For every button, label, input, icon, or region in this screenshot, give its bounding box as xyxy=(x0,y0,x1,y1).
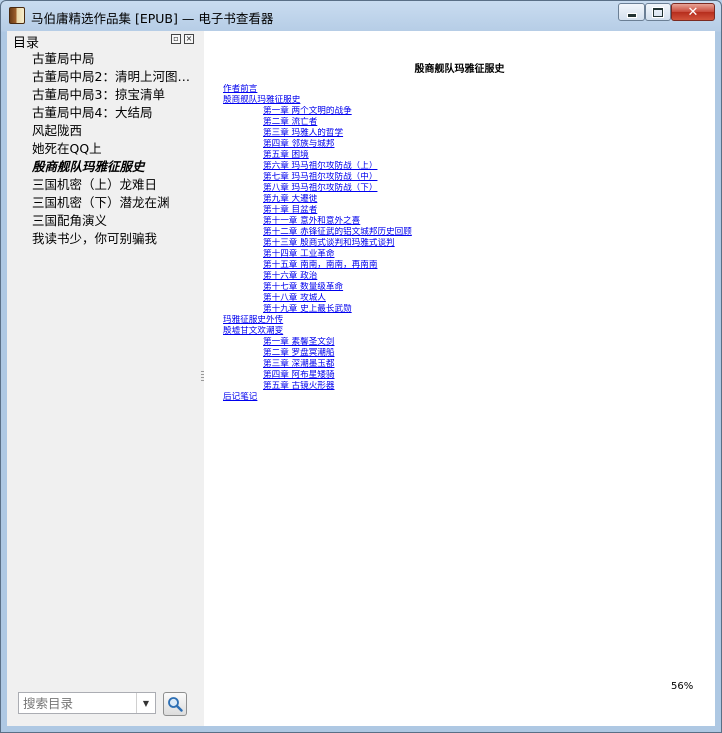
maximize-button[interactable] xyxy=(645,3,671,21)
toc-item[interactable]: 古董局中局3：掠宝清单 xyxy=(7,86,192,104)
chapter-link[interactable]: 后记笔记 xyxy=(223,392,703,403)
toc-item[interactable]: 三国机密（下）潜龙在渊 xyxy=(7,194,192,212)
book-app-icon xyxy=(9,7,25,24)
chapter-link[interactable]: 殷墟甘文欢潮变 xyxy=(223,326,703,337)
toc-item[interactable]: 殷商舰队玛雅征服史 xyxy=(7,158,192,176)
minimize-button[interactable] xyxy=(618,3,645,21)
minimize-icon xyxy=(626,12,637,18)
client-area: 目录 ▫ × 古董局中局 古董局中局2：清明上河图… 古董局中局3：掠宝清单 古董局中… xyxy=(7,31,715,726)
chapter-link[interactable]: 第九章 大遷徙 xyxy=(223,194,703,205)
chapter-link[interactable]: 第五章 困境 xyxy=(223,150,703,161)
book-title: 殷商舰队玛雅征服史 xyxy=(204,60,715,75)
chapter-link[interactable]: 第十章 目盆者 xyxy=(223,205,703,216)
content-toc-links: 作者前言 殷商舰队玛雅征服史 第一章 两个文明的战争 第二章 流亡者 第三章 玛雅人的哲… xyxy=(223,84,703,403)
chapter-link[interactable]: 第四章 阿布星矮骑 xyxy=(223,370,703,381)
toc-item[interactable]: 我读书少，你可别骗我 xyxy=(7,230,192,248)
search-button[interactable] xyxy=(163,692,187,716)
chapter-link[interactable]: 第二章 流亡者 xyxy=(223,117,703,128)
chapter-link[interactable]: 第一章 两个文明的战争 xyxy=(223,106,703,117)
toc-item[interactable]: 风起陇西 xyxy=(7,122,192,140)
chapter-link[interactable]: 第十九章 史上最长武勋 xyxy=(223,304,703,315)
chapter-link[interactable]: 玛雅征服史外传 xyxy=(223,315,703,326)
chapter-link[interactable]: 第一章 素馨圣文剑 xyxy=(223,337,703,348)
chapter-link[interactable]: 第七章 玛马祖尔攻防战（中） xyxy=(223,172,703,183)
close-button[interactable]: ✕ xyxy=(671,3,715,21)
book-title-text: 殷商舰队玛雅征服史 xyxy=(414,64,505,75)
close-panel-icon[interactable]: × xyxy=(184,34,194,44)
toc-list: 古董局中局 古董局中局2：清明上河图… 古董局中局3：掠宝清单 古董局中局4：大结局风… xyxy=(7,50,201,248)
toc-item[interactable]: 三国机密（上）龙难日 xyxy=(7,176,192,194)
chapter-link[interactable]: 第十七章 数量级革命 xyxy=(223,282,703,293)
chapter-link[interactable]: 第十三章 殷商式谈判和玛雅式谈判 xyxy=(223,238,703,249)
toc-item[interactable]: 古董局中局 xyxy=(7,50,192,68)
close-icon: ✕ xyxy=(687,4,699,20)
chapter-link[interactable]: 第十六章 政治 xyxy=(223,271,703,282)
maximize-icon xyxy=(652,6,664,18)
chapter-link[interactable]: 第二章 罗盘冥潮船 xyxy=(223,348,703,359)
chapter-link[interactable]: 第十一章 意外和意外之喜 xyxy=(223,216,703,227)
chapter-link[interactable]: 第五章 古镜火形器 xyxy=(223,381,703,392)
title-bar[interactable]: 马伯庸精选作品集 [EPUB] — 电子书查看器 ✕ xyxy=(1,1,721,31)
chapter-link[interactable]: 第十二章 赤锋征武的铝文城邦历史回顾 xyxy=(223,227,703,238)
window-title: 马伯庸精选作品集 [EPUB] — 电子书查看器 xyxy=(31,11,274,26)
search-icon xyxy=(168,697,183,712)
chevron-down-icon[interactable]: ▼ xyxy=(136,693,155,713)
toc-search-input[interactable] xyxy=(19,693,137,713)
chapter-link[interactable]: 作者前言 xyxy=(223,84,703,95)
chapter-link[interactable]: 第四章 邻族与城邦 xyxy=(223,139,703,150)
zoom-level: 56% xyxy=(671,681,694,692)
toc-search-combobox[interactable]: ▼ xyxy=(18,692,156,714)
chapter-link[interactable]: 第十五章 南南，南南，再南南 xyxy=(223,260,703,271)
chapter-link[interactable]: 第六章 玛马祖尔攻防战（上） xyxy=(223,161,703,172)
chapter-link[interactable]: 殷商舰队玛雅征服史 xyxy=(223,95,703,106)
toc-item[interactable]: 她死在QQ上 xyxy=(7,140,192,158)
chapter-link[interactable]: 第三章 深潮墨玉都 xyxy=(223,359,703,370)
chapter-link[interactable]: 第十八章 攻城人 xyxy=(223,293,703,304)
book-content: 殷商舰队玛雅征服史 作者前言 殷商舰队玛雅征服史 第一章 两个文明的战争 第二章 流亡… xyxy=(204,31,715,726)
toc-item[interactable]: 古董局中局4：大结局 xyxy=(7,104,192,122)
sidebar-title: 目录 xyxy=(13,36,40,51)
app-window: 马伯庸精选作品集 [EPUB] — 电子书查看器 ✕ 目录 ▫ × 古董局中局古… xyxy=(0,0,722,733)
toc-item[interactable]: 古董局中局2：清明上河图… xyxy=(7,68,192,86)
float-panel-icon[interactable]: ▫ xyxy=(171,34,181,44)
chapter-link[interactable]: 第八章 玛马祖尔攻防战（下） xyxy=(223,183,703,194)
chapter-link[interactable]: 第十四章 工业革命 xyxy=(223,249,703,260)
chapter-link[interactable]: 第三章 玛雅人的哲学 xyxy=(223,128,703,139)
toc-sidebar: 目录 ▫ × 古董局中局 古董局中局2：清明上河图… 古董局中局3：掠宝清单 古董局中… xyxy=(7,31,201,726)
toc-item[interactable]: 三国配角演义 xyxy=(7,212,192,230)
